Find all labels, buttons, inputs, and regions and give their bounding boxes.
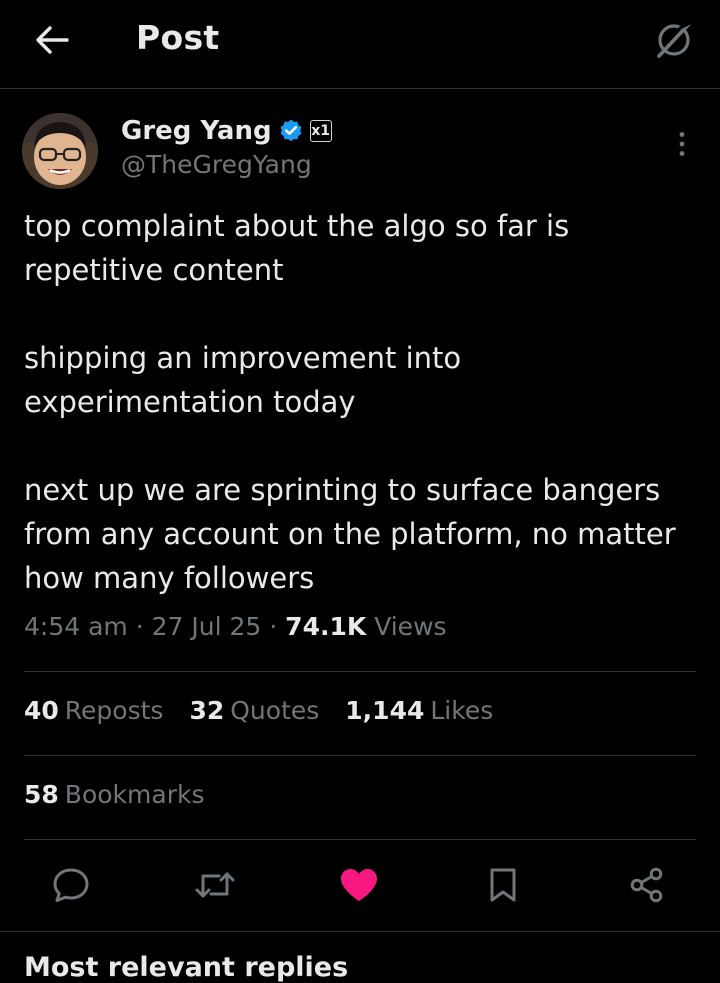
post-paragraph: top complaint about the algo so far is r… — [24, 209, 570, 287]
bookmarks-stat[interactable]: 58 Bookmarks — [24, 780, 230, 809]
author-name-row: Greg Yang x1 — [121, 115, 332, 147]
views-label[interactable]: Views — [374, 612, 446, 641]
like-button[interactable] — [334, 860, 384, 910]
meta-separator: · — [135, 612, 144, 641]
reposts-stat[interactable]: 40 Reposts — [24, 696, 163, 725]
grok-icon — [657, 21, 692, 58]
author-name[interactable]: Greg Yang — [121, 116, 272, 146]
divider — [24, 755, 696, 756]
divider — [24, 671, 696, 672]
likes-label: Likes — [430, 696, 494, 725]
likes-count: 1,144 — [345, 696, 425, 725]
likes-stat[interactable]: 1,144 Likes — [345, 696, 493, 725]
replies-sort-heading[interactable]: Most relevant replies — [24, 952, 348, 983]
meta-separator: · — [269, 612, 278, 641]
quotes-count: 32 — [189, 696, 225, 725]
engagement-stats: 40 Reposts 32 Quotes 1,144 Likes — [24, 696, 519, 725]
reposts-label: Reposts — [64, 696, 164, 725]
post-paragraph: shipping an improvement into experimenta… — [24, 341, 462, 419]
grok-button[interactable] — [650, 16, 698, 64]
views-count[interactable]: 74.1K — [285, 612, 366, 641]
divider — [24, 839, 696, 840]
bookmarks-count: 58 — [24, 780, 59, 809]
quotes-stat[interactable]: 32 Quotes — [189, 696, 319, 725]
arrow-left-icon — [36, 26, 69, 54]
bookmark-button[interactable] — [478, 860, 528, 910]
post-text: top complaint about the algo so far is r… — [24, 204, 704, 600]
divider — [0, 931, 720, 932]
post-date[interactable]: 27 Jul 25 — [152, 612, 262, 641]
verified-badge-icon — [280, 119, 301, 142]
bookmarks-label: Bookmarks — [64, 780, 205, 809]
avatar-photo — [22, 113, 98, 189]
reply-button[interactable] — [46, 860, 96, 910]
back-button[interactable] — [30, 20, 74, 60]
share-button[interactable] — [622, 860, 672, 910]
author-handle[interactable]: @TheGregYang — [121, 150, 312, 179]
page-title: Post — [136, 18, 220, 57]
bookmark-icon — [490, 868, 516, 902]
more-options-button[interactable] — [664, 124, 700, 164]
more-vertical-icon — [679, 132, 685, 156]
avatar[interactable] — [22, 113, 98, 189]
post-time[interactable]: 4:54 am — [24, 612, 128, 641]
post-paragraph: next up we are sprinting to surface bang… — [24, 473, 676, 595]
affiliation-badge[interactable]: x1 — [309, 120, 332, 142]
heart-icon — [341, 869, 377, 901]
share-icon — [630, 867, 663, 903]
repost-button[interactable] — [190, 860, 240, 910]
action-bar — [0, 860, 720, 910]
reply-icon — [53, 868, 89, 902]
top-bar: Post — [0, 0, 720, 89]
reposts-count: 40 — [24, 696, 59, 725]
repost-icon — [195, 872, 235, 898]
quotes-label: Quotes — [230, 696, 320, 725]
post-meta: 4:54 am · 27 Jul 25 · 74.1K Views — [24, 612, 447, 641]
